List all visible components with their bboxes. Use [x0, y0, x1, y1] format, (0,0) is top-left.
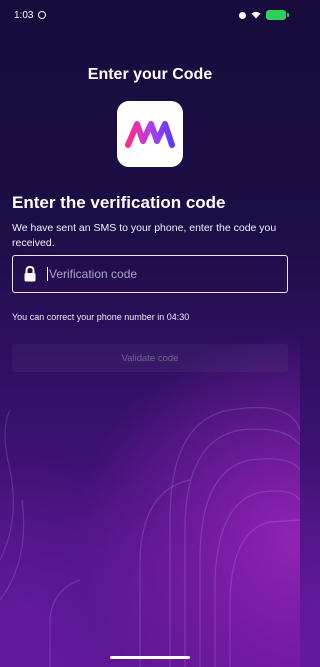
app-logo-icon — [117, 101, 183, 167]
signal-icon — [239, 11, 246, 19]
verification-code-input[interactable] — [47, 267, 267, 281]
status-dot-icon — [38, 11, 47, 19]
verification-description: We have sent an SMS to your phone, enter… — [12, 222, 277, 249]
lock-icon — [24, 266, 36, 282]
battery-icon — [266, 10, 289, 20]
correct-phone-timer: You can correct your phone number in 04:… — [12, 312, 190, 322]
validate-code-button[interactable]: Validate code — [12, 344, 288, 372]
status-bar: 1:03 — [0, 0, 300, 30]
verification-heading: Enter the verification code — [12, 193, 226, 212]
wifi-icon — [251, 11, 261, 19]
verification-code-field[interactable] — [12, 255, 288, 293]
home-indicator — [110, 656, 190, 659]
screen-title: Enter your Code — [87, 66, 213, 83]
status-time: 1:03 — [14, 9, 34, 21]
